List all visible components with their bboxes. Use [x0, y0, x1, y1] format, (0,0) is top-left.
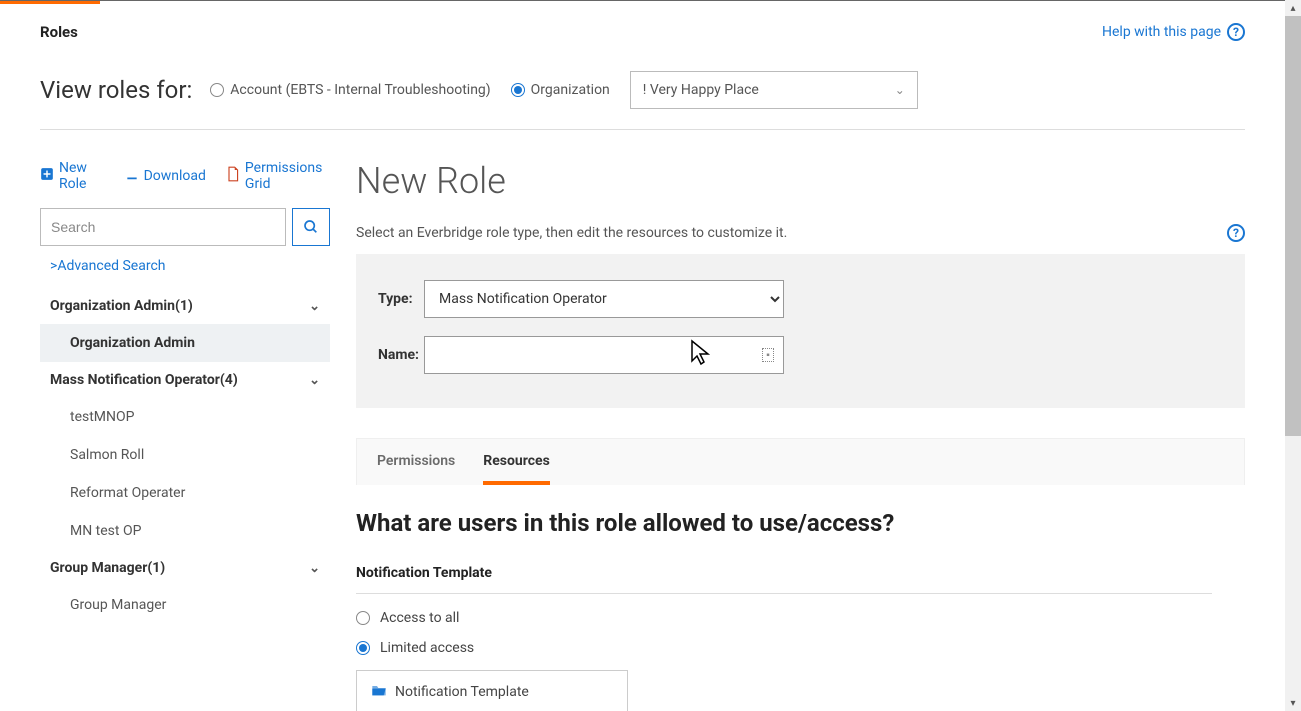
scroll-down-button[interactable]: ▾ [1285, 695, 1301, 711]
radio-icon [356, 641, 370, 655]
search-button[interactable] [292, 208, 330, 246]
role-item[interactable]: testMNOP [40, 398, 330, 436]
chevron-down-icon: ⌄ [309, 373, 320, 388]
role-group-label: Organization Admin(1) [50, 298, 193, 314]
resources-question: What are users in this role allowed to u… [356, 509, 1245, 537]
organization-select-value: ! Very Happy Place [643, 82, 759, 98]
download-icon [125, 167, 139, 185]
role-group-group-manager[interactable]: Group Manager(1) ⌄ [40, 550, 330, 586]
scroll-thumb[interactable] [1285, 16, 1301, 436]
template-folder[interactable]: Notification Template [357, 671, 627, 701]
organization-select[interactable]: ! Very Happy Place ⌄ [630, 71, 918, 109]
search-icon [303, 219, 319, 235]
radio-icon [511, 83, 525, 97]
scope-account-radio[interactable]: Account (EBTS - Internal Troubleshooting… [210, 82, 490, 98]
download-link[interactable]: Download [125, 167, 206, 185]
help-link-label: Help with this page [1102, 24, 1221, 40]
role-group-mass-notification[interactable]: Mass Notification Operator(4) ⌄ [40, 362, 330, 398]
role-name-input[interactable] [424, 336, 784, 374]
chevron-down-icon: ⌄ [309, 299, 320, 314]
new-role-description: Select an Everbridge role type, then edi… [356, 225, 787, 241]
permissions-grid-link[interactable]: Permissions Grid [226, 160, 330, 192]
new-role-label: New Role [59, 160, 105, 192]
role-type-select[interactable]: Mass Notification Operator [424, 280, 784, 318]
download-label: Download [144, 168, 206, 184]
name-label: Name: [378, 347, 424, 363]
template-tree[interactable]: Notification Template [356, 670, 628, 711]
role-group-org-admin[interactable]: Organization Admin(1) ⌄ [40, 288, 330, 324]
role-item-organization-admin[interactable]: Organization Admin [40, 324, 330, 362]
radio-icon [210, 83, 224, 97]
help-link[interactable]: Help with this page ? [1102, 17, 1245, 41]
chevron-down-icon: ⌄ [309, 561, 320, 576]
role-item[interactable]: Salmon Roll [40, 436, 330, 474]
limited-access-radio[interactable]: Limited access [356, 640, 1245, 656]
help-icon: ? [1227, 23, 1245, 41]
scope-organization-label: Organization [531, 82, 610, 98]
tab-resources[interactable]: Resources [483, 453, 550, 485]
search-input[interactable] [40, 208, 286, 246]
role-item[interactable]: Group Manager [40, 586, 330, 624]
role-item[interactable]: MN test OP [40, 512, 330, 550]
scope-organization-radio[interactable]: Organization [511, 82, 610, 98]
role-group-label: Mass Notification Operator(4) [50, 372, 238, 388]
tab-permissions[interactable]: Permissions [377, 453, 455, 485]
notification-template-heading: Notification Template [356, 565, 1212, 594]
advanced-search-link[interactable]: >Advanced Search [40, 258, 330, 274]
folder-open-icon [371, 683, 387, 701]
scope-account-label: Account (EBTS - Internal Troubleshooting… [230, 82, 490, 98]
new-role-link[interactable]: New Role [40, 160, 105, 192]
plus-icon [40, 167, 54, 185]
info-icon[interactable]: ? [1227, 224, 1245, 242]
role-item[interactable]: Reformat Operater [40, 474, 330, 512]
role-group-label: Group Manager(1) [50, 560, 165, 576]
chevron-down-icon: ⌄ [895, 83, 905, 97]
type-label: Type: [378, 291, 424, 307]
access-all-radio[interactable]: Access to all [356, 610, 1245, 626]
vertical-scrollbar[interactable]: ▴ ▾ [1285, 0, 1301, 711]
access-all-label: Access to all [380, 610, 459, 626]
radio-icon [356, 611, 370, 625]
template-folder-label: Notification Template [395, 684, 529, 700]
scroll-up-button[interactable]: ▴ [1285, 0, 1301, 16]
limited-access-label: Limited access [380, 640, 474, 656]
view-roles-label: View roles for: [40, 76, 192, 104]
new-role-heading: New Role [356, 160, 1245, 202]
pdf-icon [226, 166, 240, 186]
page-title: Roles [40, 17, 78, 41]
permissions-grid-label: Permissions Grid [245, 160, 330, 192]
contact-card-icon[interactable]: ▪ [762, 348, 774, 362]
